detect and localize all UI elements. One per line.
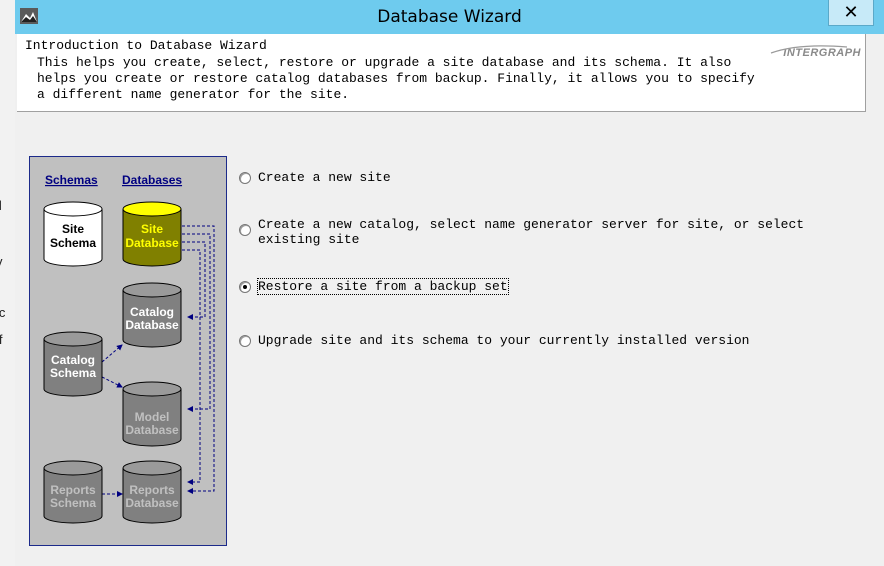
model-database-label-line1: Model — [135, 410, 170, 424]
close-button[interactable]: ✕ — [828, 0, 874, 26]
intro-title: Introduction to Database Wizard — [25, 38, 267, 53]
radio-upgrade-site[interactable] — [239, 335, 251, 347]
catalog-schema-label-line2: Schema — [50, 366, 96, 380]
catalog-schema-label-line1: Catalog — [51, 353, 95, 367]
background-window-edge: t ll v ic if — [0, 0, 15, 566]
schemas-header[interactable]: Schemas — [45, 173, 98, 187]
intergraph-logo: INTERGRAPH — [771, 45, 861, 59]
site-schema-label-line2: Schema — [50, 236, 96, 250]
reports-database-label-line1: Reports — [129, 483, 175, 497]
radio-create-new-site[interactable] — [239, 172, 251, 184]
option-create-new-catalog[interactable]: Create a new catalog, select name genera… — [239, 217, 804, 247]
option-restore-site[interactable]: Restore a site from a backup set — [239, 278, 509, 295]
option-label[interactable]: Create a new site — [258, 170, 391, 185]
model-database-cylinder: Model Database — [122, 381, 182, 447]
catalog-database-cylinder: Catalog Database — [122, 282, 182, 348]
catalog-schema-cylinder: Catalog Schema — [43, 331, 103, 397]
reports-schema-label-line1: Reports — [50, 483, 96, 497]
radio-create-new-catalog[interactable] — [239, 224, 251, 236]
intro-description: This helps you create, select, restore o… — [37, 55, 755, 102]
catalog-database-label-line1: Catalog — [130, 305, 174, 319]
site-schema-label-line1: Site — [62, 222, 84, 236]
title-bar[interactable]: Database Wizard ✕ — [15, 0, 884, 34]
reports-schema-label-line2: Schema — [50, 496, 96, 510]
logo-swoosh-icon — [771, 45, 848, 54]
option-label[interactable]: Create a new catalog, select name genera… — [258, 217, 804, 247]
reports-database-cylinder: Reports Database — [122, 460, 182, 524]
option-upgrade-site[interactable]: Upgrade site and its schema to your curr… — [239, 333, 749, 348]
site-database-cylinder: Site Database — [122, 201, 182, 267]
reports-database-label-line2: Database — [125, 496, 179, 510]
model-database-label-line2: Database — [125, 423, 179, 437]
radio-restore-site[interactable] — [239, 281, 251, 293]
background-text: if — [0, 332, 3, 347]
window-title: Database Wizard — [377, 7, 522, 27]
option-create-new-site[interactable]: Create a new site — [239, 170, 391, 185]
option-label[interactable]: Upgrade site and its schema to your curr… — [258, 333, 749, 348]
intro-panel: Introduction to Database Wizard This hel… — [17, 34, 866, 112]
site-schema-cylinder: Site Schema — [43, 201, 103, 267]
close-icon: ✕ — [843, 2, 859, 23]
option-label[interactable]: Restore a site from a backup set — [257, 278, 509, 295]
databases-header[interactable]: Databases — [122, 173, 182, 187]
database-wizard-window: Database Wizard ✕ Introduction to Databa… — [15, 0, 884, 566]
diagram-svg: Schemas Databases Site Schema Site Datab… — [43, 173, 215, 524]
background-text: v — [0, 254, 3, 269]
reports-schema-cylinder: Reports Schema — [43, 460, 103, 524]
background-text: ll — [0, 198, 2, 213]
site-database-label-line1: Site — [141, 222, 163, 236]
site-database-label-line2: Database — [125, 236, 179, 250]
database-diagram: Schemas Databases Site Schema Site Datab… — [29, 156, 227, 546]
background-text: ic — [0, 305, 6, 320]
catalog-database-label-line2: Database — [125, 318, 179, 332]
